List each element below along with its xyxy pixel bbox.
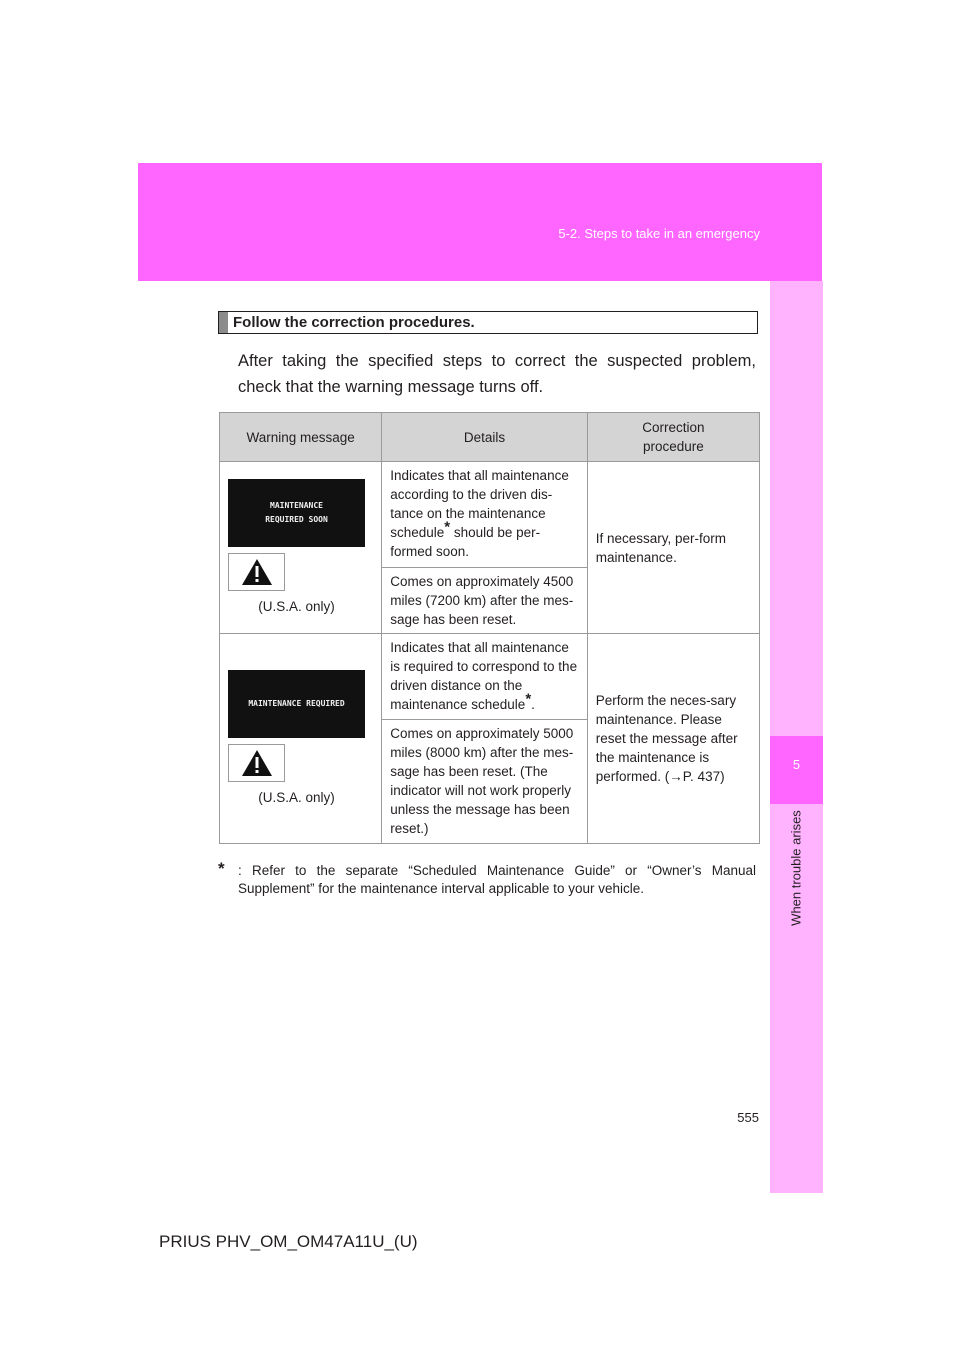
step-heading-bar (219, 312, 228, 333)
header-details: Details (381, 412, 588, 462)
footnote-asterisk: * (218, 859, 225, 878)
display-screen-maintenance-required-soon: MAINTENANCE REQUIRED SOON (228, 479, 365, 547)
region-note: (U.S.A. only) (258, 599, 335, 614)
screen-line: MAINTENANCE REQUIRED (248, 699, 345, 708)
footnote-text: : Refer to the separate “Scheduled Maint… (238, 863, 756, 896)
chapter-title: When trouble arises (788, 810, 804, 926)
section-header: 5-2. Steps to take in an emergency (558, 226, 760, 241)
details-cell: Comes on approximately 5000 miles (8000 … (381, 719, 588, 844)
details-text: . (531, 697, 535, 712)
details-cell: Comes on approximately 4500 miles (7200 … (381, 567, 588, 634)
table-header-row: Warning message Details Correction proce… (218, 412, 761, 462)
header-correction-text: Correction procedure (642, 420, 705, 454)
intro-paragraph: After taking the specified steps to corr… (238, 352, 756, 396)
display-screen-maintenance-required: MAINTENANCE REQUIRED (228, 670, 365, 738)
warning-message-table: Warning message Details Correction proce… (218, 412, 761, 844)
table-row: MAINTENANCE REQUIRED (U.S.A. only) Indic… (218, 633, 761, 844)
region-note: (U.S.A. only) (258, 790, 335, 805)
document-code: PRIUS PHV_OM_OM47A11U_(U) (159, 1232, 418, 1251)
screen-line: REQUIRED SOON (265, 515, 328, 524)
screen-line: MAINTENANCE (270, 501, 323, 510)
table-row: MAINTENANCE REQUIRED SOON (U.S.A. only) … (218, 461, 761, 634)
header-warning-message: Warning message (218, 412, 383, 462)
correction-cell: If necessary, per-form maintenance. (586, 461, 761, 634)
warning-triangle-icon (228, 553, 285, 591)
details-cell: Indicates that all maintenance is requir… (381, 633, 588, 720)
correction-cell: Perform the neces-sary maintenance. Plea… (586, 633, 761, 844)
warning-cell: MAINTENANCE REQUIRED SOON (U.S.A. only) (218, 461, 383, 634)
warning-triangle-icon (228, 744, 285, 782)
step-heading: Follow the correction procedures. (218, 311, 758, 334)
header-band (138, 163, 822, 281)
chapter-number: 5 (792, 757, 801, 772)
header-correction: Correction procedure (586, 412, 761, 462)
page-number: 555 (737, 1110, 759, 1125)
warning-cell: MAINTENANCE REQUIRED (U.S.A. only) (218, 633, 383, 844)
details-cell: Indicates that all maintenance according… (381, 461, 588, 568)
footnote: * : Refer to the separate “Scheduled Mai… (218, 859, 756, 898)
details-text: Indicates that all maintenance is requir… (390, 640, 578, 712)
step-heading-text: Follow the correction procedures. (233, 314, 475, 331)
